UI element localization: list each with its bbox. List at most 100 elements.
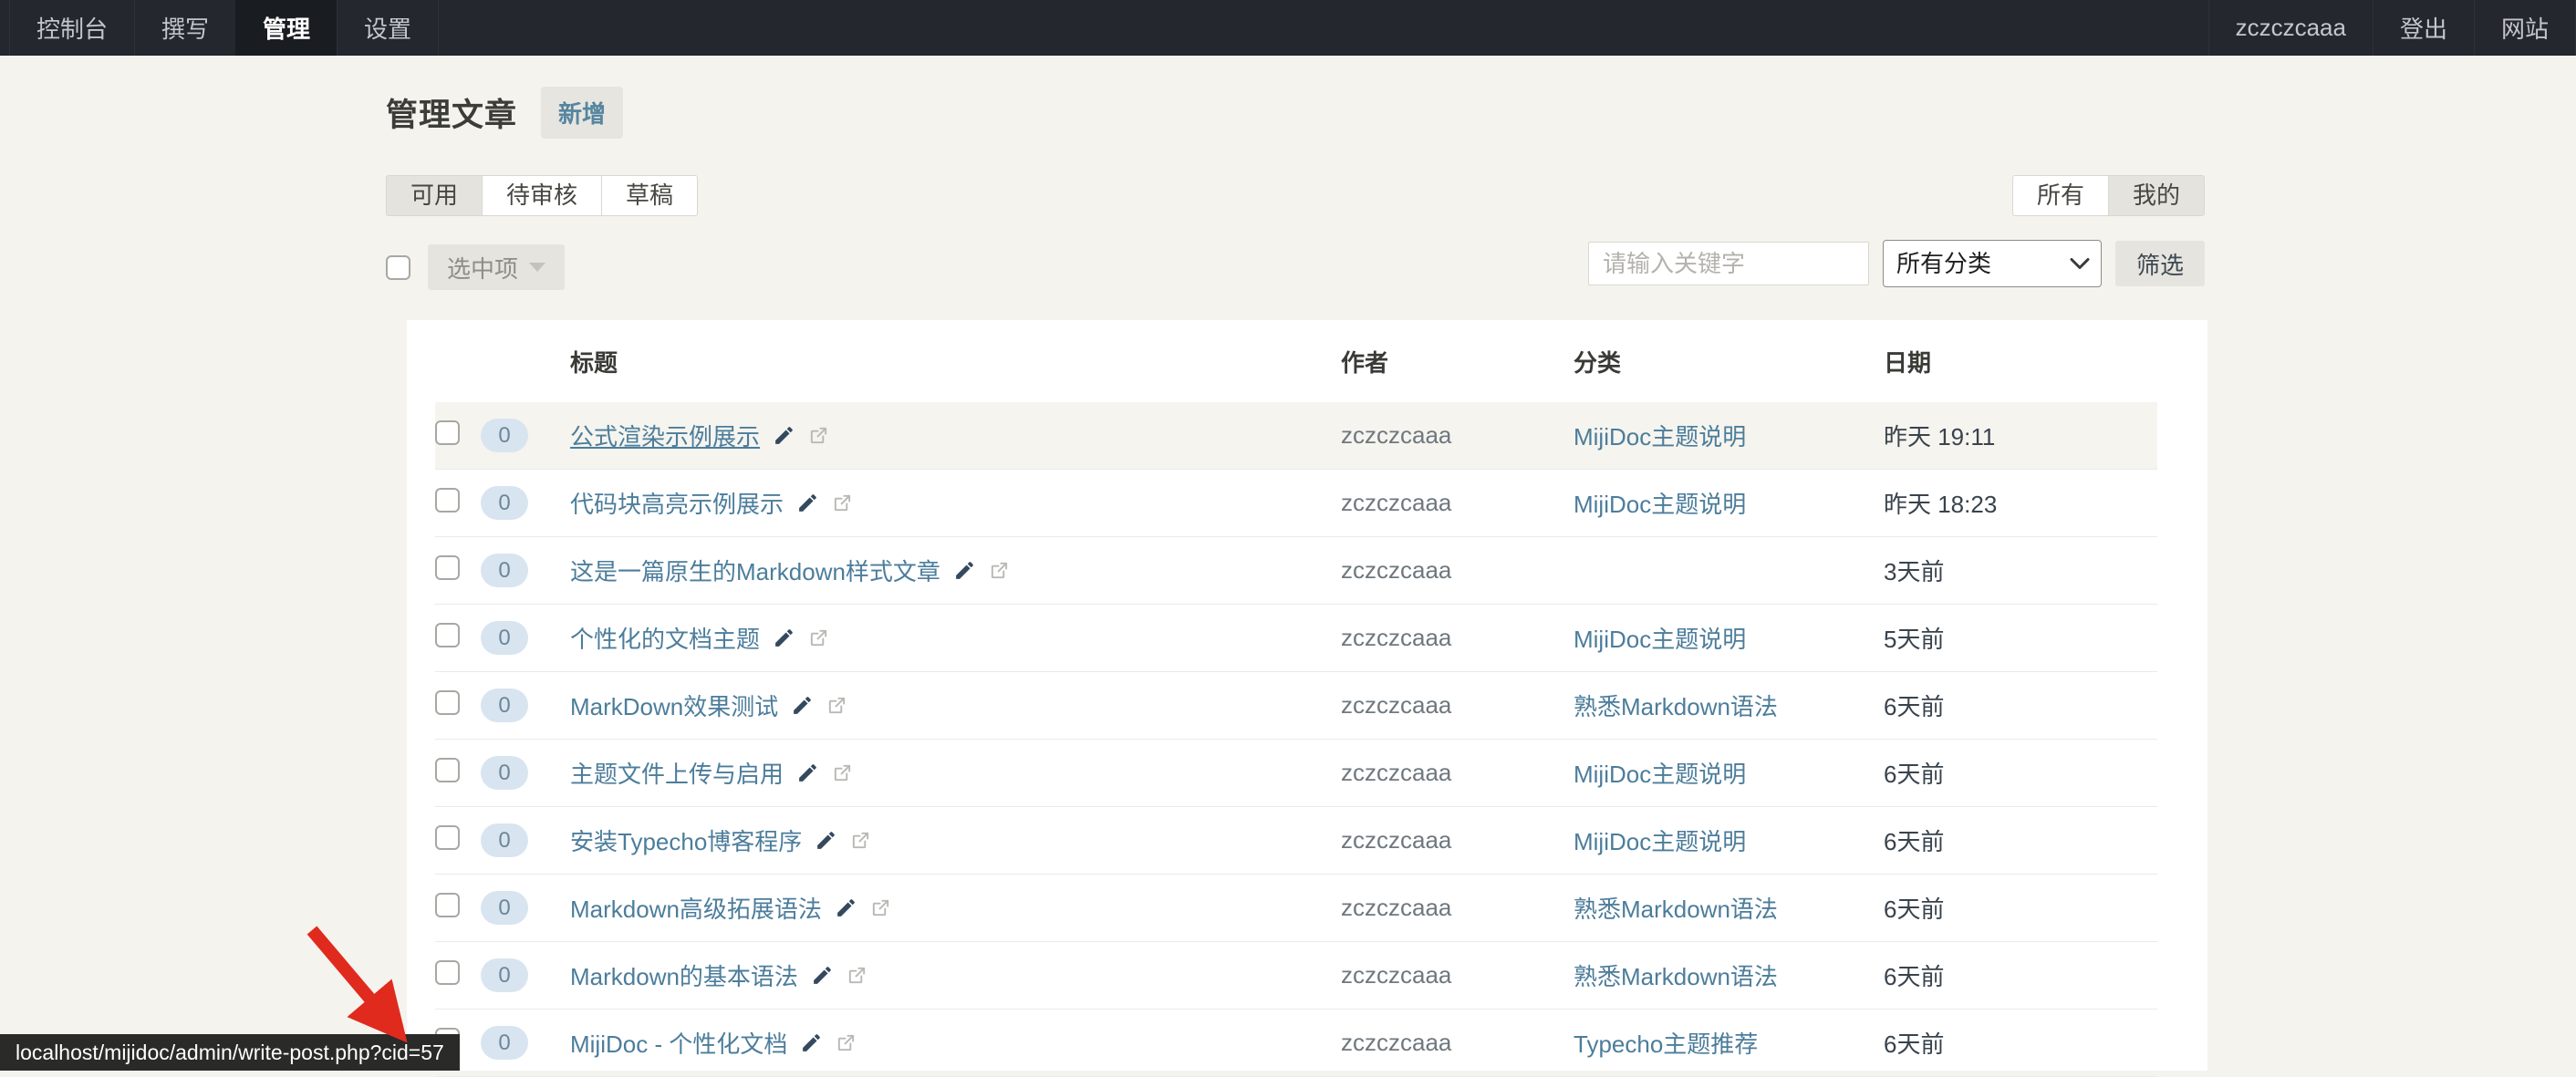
- external-link-icon[interactable]: [808, 425, 829, 446]
- post-title-link[interactable]: 这是一篇原生的Markdown样式文章: [570, 554, 940, 587]
- post-category-link[interactable]: Typecho主题推荐: [1574, 1030, 1758, 1058]
- external-link-icon[interactable]: [847, 965, 867, 986]
- external-link-icon[interactable]: [826, 695, 847, 716]
- post-title-link[interactable]: 主题文件上传与启用: [570, 756, 784, 790]
- post-author: zczczcaaa: [1341, 624, 1574, 652]
- comment-count-badge[interactable]: 0: [481, 419, 528, 452]
- external-link-icon[interactable]: [808, 627, 829, 648]
- edit-icon[interactable]: [791, 694, 814, 717]
- row-checkbox-cell: [435, 758, 481, 789]
- nav-item-console[interactable]: 控制台: [9, 0, 134, 56]
- tab-waiting-review[interactable]: 待审核: [482, 175, 602, 216]
- nav-item-manage[interactable]: 管理: [235, 0, 337, 56]
- nav-item-settings[interactable]: 设置: [337, 0, 439, 56]
- row-checkbox-cell: [435, 555, 481, 586]
- comment-count-badge[interactable]: 0: [481, 958, 528, 992]
- category-select[interactable]: 所有分类: [1883, 240, 2102, 287]
- post-category-link[interactable]: MijiDoc主题说明: [1574, 626, 1746, 653]
- tab-draft[interactable]: 草稿: [601, 175, 698, 216]
- post-category-link[interactable]: 熟悉Markdown语法: [1574, 693, 1778, 720]
- posts-table-panel: 标题 作者 分类 日期 0 公式渲染示例展示 zczczcaaa MijiDoc…: [407, 320, 2207, 1071]
- add-post-button[interactable]: 新增: [541, 87, 623, 139]
- table-row: 0 个性化的文档主题 zczczcaaa MijiDoc主题说明 5天前: [435, 605, 2157, 672]
- row-comments-cell: 0: [481, 689, 570, 722]
- table-body: 0 公式渲染示例展示 zczczcaaa MijiDoc主题说明 昨天 19:1…: [435, 402, 2157, 1077]
- logout-link[interactable]: 登出: [2373, 0, 2474, 56]
- edit-icon[interactable]: [773, 424, 795, 447]
- row-comments-cell: 0: [481, 554, 570, 587]
- post-category-link[interactable]: MijiDoc主题说明: [1574, 761, 1746, 788]
- chevron-down-icon: [529, 263, 545, 272]
- comment-count-badge[interactable]: 0: [481, 891, 528, 925]
- row-checkbox[interactable]: [435, 960, 460, 985]
- post-category-link[interactable]: MijiDoc主题说明: [1574, 423, 1746, 450]
- row-category-cell: MijiDoc主题说明: [1574, 621, 1884, 655]
- edit-icon[interactable]: [800, 1031, 823, 1054]
- post-title-link[interactable]: Markdown高级拓展语法: [570, 891, 822, 925]
- external-link-icon[interactable]: [832, 492, 853, 513]
- table-row: 0 主题文件上传与启用 zczczcaaa MijiDoc主题说明 6天前: [435, 740, 2157, 807]
- row-checkbox[interactable]: [435, 488, 460, 513]
- external-link-icon[interactable]: [850, 830, 871, 851]
- nav-item-write[interactable]: 撰写: [134, 0, 235, 56]
- edit-icon[interactable]: [773, 627, 795, 649]
- edit-icon[interactable]: [835, 896, 857, 919]
- post-title-link[interactable]: MijiDoc - 个性化文档: [570, 1026, 787, 1060]
- table-row: 0 Markdown的基本语法 zczczcaaa 熟悉Markdown语法 6…: [435, 942, 2157, 1010]
- external-link-icon[interactable]: [870, 897, 891, 918]
- edit-icon[interactable]: [815, 829, 837, 852]
- comment-count-badge[interactable]: 0: [481, 689, 528, 722]
- topbar-username[interactable]: zczczcaaa: [2208, 0, 2373, 56]
- edit-icon[interactable]: [953, 559, 976, 582]
- post-title-link[interactable]: 安装Typecho博客程序: [570, 823, 802, 857]
- row-checkbox[interactable]: [435, 825, 460, 850]
- tab-my-posts[interactable]: 我的: [2108, 175, 2205, 216]
- comment-count-badge[interactable]: 0: [481, 554, 528, 587]
- post-category-link[interactable]: 熟悉Markdown语法: [1574, 963, 1778, 990]
- comment-count-badge[interactable]: 0: [481, 823, 528, 857]
- external-link-icon[interactable]: [989, 560, 1010, 581]
- row-checkbox[interactable]: [435, 623, 460, 647]
- row-title-cell: 主题文件上传与启用: [570, 756, 1341, 790]
- row-checkbox[interactable]: [435, 555, 460, 580]
- post-date: 6天前: [1884, 823, 2157, 857]
- comment-count-badge[interactable]: 0: [481, 756, 528, 790]
- tab-published[interactable]: 可用: [386, 175, 483, 216]
- header-author: 作者: [1341, 345, 1574, 378]
- post-category-link[interactable]: 熟悉Markdown语法: [1574, 896, 1778, 923]
- post-category-link[interactable]: MijiDoc主题说明: [1574, 491, 1746, 518]
- site-link[interactable]: 网站: [2474, 0, 2576, 56]
- post-author: zczczcaaa: [1341, 826, 1574, 854]
- search-input[interactable]: [1588, 242, 1869, 285]
- row-category-cell: 熟悉Markdown语法: [1574, 689, 1884, 722]
- row-category-cell: 熟悉Markdown语法: [1574, 958, 1884, 992]
- external-link-icon[interactable]: [832, 762, 853, 783]
- table-row: 0 公式渲染示例展示 zczczcaaa MijiDoc主题说明 昨天 19:1…: [435, 402, 2157, 470]
- comment-count-badge[interactable]: 0: [481, 486, 528, 520]
- edit-icon[interactable]: [796, 761, 819, 784]
- tab-all-posts[interactable]: 所有: [2012, 175, 2109, 216]
- row-checkbox[interactable]: [435, 420, 460, 445]
- edit-icon[interactable]: [811, 964, 834, 987]
- row-checkbox[interactable]: [435, 758, 460, 782]
- comment-count-badge[interactable]: 0: [481, 1026, 528, 1060]
- post-title-link[interactable]: 个性化的文档主题: [570, 621, 760, 655]
- bulk-actions-dropdown[interactable]: 选中项: [428, 244, 565, 290]
- post-category-link[interactable]: MijiDoc主题说明: [1574, 828, 1746, 855]
- post-status-tabs: 可用 待审核 草稿: [386, 175, 698, 216]
- post-title-link[interactable]: 公式渲染示例展示: [570, 419, 760, 452]
- post-title-link[interactable]: Markdown的基本语法: [570, 958, 798, 992]
- row-checkbox-cell: [435, 420, 481, 451]
- comment-count-badge[interactable]: 0: [481, 621, 528, 655]
- row-title-cell: 公式渲染示例展示: [570, 419, 1341, 452]
- post-title-link[interactable]: MarkDown效果测试: [570, 689, 778, 722]
- post-title-link[interactable]: 代码块高亮示例展示: [570, 486, 784, 520]
- table-row: 0 Markdown高级拓展语法 zczczcaaa 熟悉Markdown语法 …: [435, 875, 2157, 942]
- row-checkbox[interactable]: [435, 893, 460, 917]
- header-title: 标题: [570, 345, 1341, 378]
- external-link-icon[interactable]: [836, 1032, 857, 1053]
- filter-submit-button[interactable]: 筛选: [2115, 241, 2205, 286]
- select-all-checkbox[interactable]: [386, 255, 410, 280]
- edit-icon[interactable]: [796, 492, 819, 514]
- row-checkbox[interactable]: [435, 690, 460, 715]
